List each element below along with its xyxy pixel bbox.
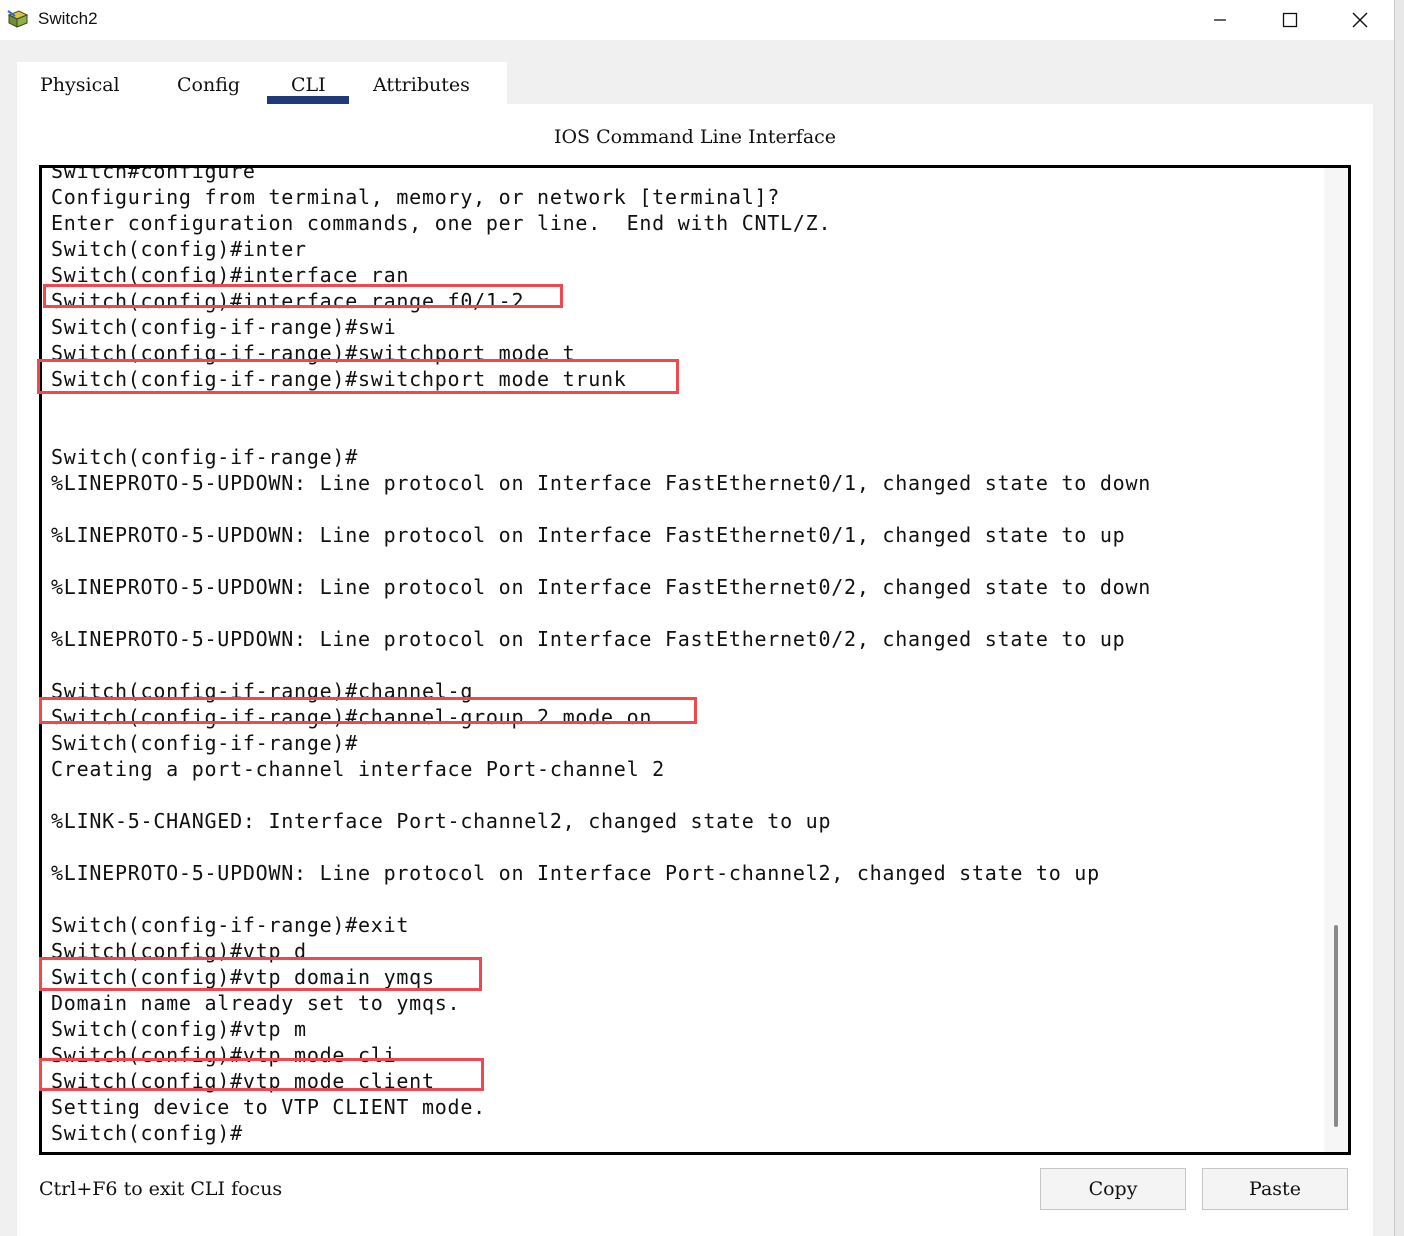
terminal-line: Enter configuration commands, one per li… (51, 211, 832, 235)
terminal-line: Switch#configure (51, 165, 256, 183)
terminal-line: Setting device to VTP CLIENT mode. (51, 1095, 486, 1119)
highlight-channel-group (39, 697, 697, 724)
highlight-interface-range (43, 284, 563, 308)
terminal-line: %LINEPROTO-5-UPDOWN: Line protocol on In… (51, 471, 1152, 495)
terminal-line: Switch(config-if-range)# (51, 445, 358, 469)
terminal-line: Switch(config)#inter (51, 237, 307, 261)
minimize-button[interactable] (1188, 0, 1252, 40)
terminal-line: Switch(config)#vtp m (51, 1017, 307, 1041)
window-title: Switch2 (38, 9, 98, 28)
minimize-icon (1214, 19, 1226, 21)
terminal-line: %LINK-5-CHANGED: Interface Port-channel2… (51, 809, 832, 833)
vertical-scrollbar[interactable] (1324, 168, 1348, 1152)
window-titlebar: Switch2 (0, 0, 1394, 40)
terminal-line: Switch(config-if-range)#exit (51, 913, 410, 937)
cli-heading: IOS Command Line Interface (553, 126, 837, 148)
maximize-icon (1282, 12, 1298, 28)
tab-cli[interactable]: CLI (291, 74, 326, 96)
tab-config[interactable]: Config (177, 74, 240, 96)
terminal-line: %LINEPROTO-5-UPDOWN: Line protocol on In… (51, 575, 1152, 599)
window-edge (1394, 0, 1404, 1236)
terminal-line: Domain name already set to ymqs. (51, 991, 461, 1015)
terminal-line: %LINEPROTO-5-UPDOWN: Line protocol on In… (51, 523, 1126, 547)
terminal-output: Switch#configure Configuring from termina… (51, 165, 1152, 1146)
paste-button[interactable]: Paste (1202, 1168, 1348, 1210)
terminal-line: %LINEPROTO-5-UPDOWN: Line protocol on In… (51, 627, 1126, 651)
highlight-vtp-mode-client (39, 1058, 484, 1091)
tab-attributes[interactable]: Attributes (373, 74, 470, 96)
scrollbar-thumb[interactable] (1334, 925, 1338, 1127)
highlight-switchport-trunk (37, 359, 679, 394)
terminal-line: Switch(config-if-range)# (51, 731, 358, 755)
terminal-line: Creating a port-channel interface Port-c… (51, 757, 665, 781)
terminal-line: Configuring from terminal, memory, or ne… (51, 185, 781, 209)
close-button[interactable] (1328, 0, 1392, 40)
terminal-line: Switch(config-if-range)#swi (51, 315, 397, 339)
terminal-line: %LINEPROTO-5-UPDOWN: Line protocol on In… (51, 861, 1100, 885)
copy-button[interactable]: Copy (1040, 1168, 1186, 1210)
highlight-vtp-domain (39, 957, 482, 991)
active-tab-indicator (267, 96, 349, 104)
tab-physical[interactable]: Physical (40, 74, 120, 96)
terminal-line: Switch(config)# (51, 1121, 243, 1145)
cli-terminal[interactable]: Switch#configure Configuring from termina… (39, 165, 1351, 1155)
close-icon (1352, 12, 1368, 28)
maximize-button[interactable] (1258, 0, 1322, 40)
cli-focus-hint: Ctrl+F6 to exit CLI focus (39, 1178, 283, 1200)
cisco-device-icon (7, 10, 29, 28)
